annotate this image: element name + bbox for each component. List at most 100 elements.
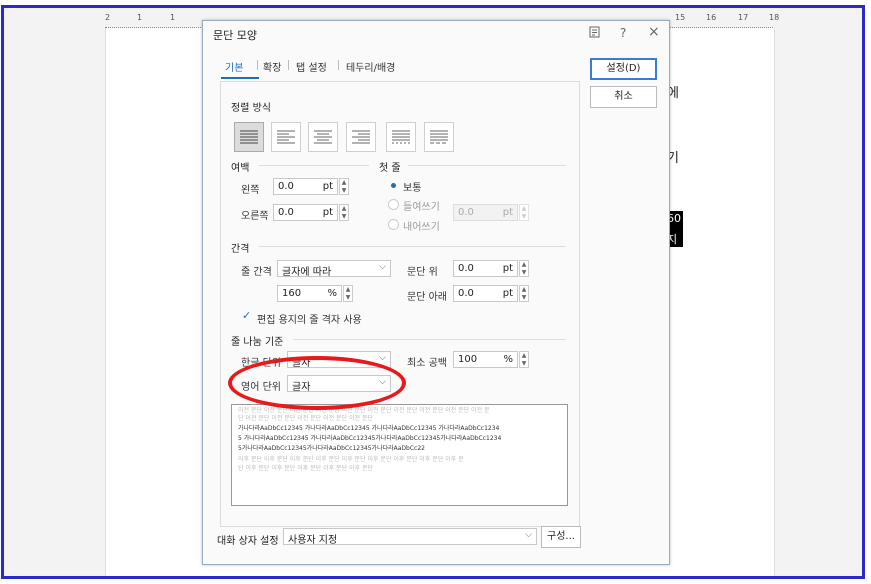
ruler-tick: 16 <box>706 13 717 22</box>
tab-divider <box>338 60 339 70</box>
align-left-icon <box>277 130 295 144</box>
chevron-down-icon: ⌵ <box>525 530 532 540</box>
unit-label: pt <box>502 207 513 218</box>
left-margin-label: 왼쪽 <box>241 185 260 196</box>
preview-sample-line: 5가나다라AaDbCc12345가나다라AaDbCc12345가나다라AaDbC… <box>238 445 425 452</box>
chevron-down-icon: ⌵ <box>379 353 386 363</box>
right-margin-input[interactable]: 0.0 pt <box>273 204 338 221</box>
space-below-value: 0.0 <box>458 288 474 299</box>
first-line-normal-label: 보통 <box>403 183 422 194</box>
paragraph-shape-dialog: 문단 모양 ? × 기본 확장 탭 설정 테두리/배경 설정(D) 취소 정렬 … <box>202 20 670 565</box>
align-divide-button[interactable] <box>424 122 454 152</box>
tab-border-background[interactable]: 테두리/배경 <box>346 59 395 74</box>
ruler-tick: 18 <box>769 13 780 22</box>
min-space-spinner[interactable]: ▲ ▼ <box>519 351 529 368</box>
first-line-spinner[interactable]: ▲ ▼ <box>519 204 529 221</box>
space-below-label: 문단 아래 <box>407 292 447 303</box>
active-tab-indicator <box>221 77 259 79</box>
min-space-input[interactable]: 100 % <box>453 351 518 368</box>
help-icon[interactable]: ? <box>620 26 626 40</box>
space-above-spinner[interactable]: ▲ ▼ <box>519 260 529 277</box>
unit-label: % <box>327 288 337 299</box>
ruler-tick: 1 <box>137 13 143 22</box>
dialog-settings-select[interactable]: 사용자 지정 ⌵ <box>283 528 537 546</box>
divider <box>259 246 566 247</box>
first-line-normal-radio[interactable] <box>388 180 399 191</box>
preview-previous-line: 이전 문단 이전 문단 이전 문단 이전 문단 이전 문단 이전 문단 이전 문… <box>238 407 490 414</box>
unit-label: pt <box>322 207 333 218</box>
preview-previous-line: 단 이전 문단 이전 문단 이전 문단 이전 문단 이전 문단 <box>238 415 373 422</box>
align-right-button[interactable] <box>346 122 376 152</box>
config-button[interactable]: 구성... <box>541 526 581 548</box>
right-margin-spinner[interactable]: ▲ ▼ <box>339 204 349 221</box>
first-line-input[interactable]: 0.0 pt <box>453 204 518 221</box>
preview-sample-line: 가나다라AaDbCc12345 가나다라AaDbCc12345 가나다라AaDb… <box>238 425 500 432</box>
first-line-value: 0.0 <box>458 207 474 218</box>
align-justify-icon <box>240 130 258 144</box>
line-spacing-value: 160 <box>282 288 302 299</box>
close-icon[interactable]: × <box>648 24 660 40</box>
right-margin-value: 0.0 <box>278 207 294 218</box>
line-spacing-type-value: 글자에 따라 <box>282 267 332 278</box>
preview-next-line: 단 이후 문단 이후 문단 이후 문단 이후 문단 이후 문단 <box>238 465 373 472</box>
tab-extended[interactable]: 확장 <box>263 59 281 74</box>
space-below-input[interactable]: 0.0 pt <box>453 285 518 302</box>
dialog-settings-value: 사용자 지정 <box>288 535 338 546</box>
left-margin-value: 0.0 <box>278 181 294 192</box>
dialog-title: 문단 모양 <box>213 29 257 42</box>
divider <box>259 165 369 166</box>
first-line-hanging-radio[interactable] <box>388 219 399 230</box>
alignment-heading: 정렬 방식 <box>231 103 271 114</box>
dialog-settings-label: 대화 상자 설정 <box>217 536 279 547</box>
line-spacing-value-input[interactable]: 160 % <box>277 285 342 302</box>
space-below-spinner[interactable]: ▲ ▼ <box>519 285 529 302</box>
line-spacing-spinner[interactable]: ▲ ▼ <box>343 285 353 302</box>
min-space-label: 최소 공백 <box>407 358 447 369</box>
tab-tab-settings[interactable]: 탭 설정 <box>296 59 327 74</box>
left-margin-input[interactable]: 0.0 pt <box>273 178 338 195</box>
margin-heading: 여백 <box>231 163 250 174</box>
divider <box>408 165 566 166</box>
grid-checkbox-label: 편집 용지의 줄 격자 사용 <box>257 315 362 326</box>
first-line-indent-label: 들여쓰기 <box>403 202 440 213</box>
space-above-label: 문단 위 <box>407 267 438 278</box>
document-icon[interactable] <box>589 26 600 41</box>
line-spacing-type-select[interactable]: 글자에 따라 ⌵ <box>277 260 391 278</box>
min-space-value: 100 <box>458 354 478 365</box>
preview-next-line: 이후 문단 이후 문단 이후 문단 이후 문단 이후 문단 이후 문단 이후 문… <box>238 456 464 463</box>
unit-label: pt <box>502 263 513 274</box>
line-spacing-label: 줄 간격 <box>241 267 272 278</box>
left-margin-spinner[interactable]: ▲ ▼ <box>339 178 349 195</box>
ok-button[interactable]: 설정(D) <box>590 58 657 80</box>
align-divide-icon <box>430 130 448 144</box>
ruler-tick: 17 <box>738 13 749 22</box>
space-above-value: 0.0 <box>458 263 474 274</box>
right-margin-label: 오른쪽 <box>241 211 269 222</box>
ruler-tick: 1 <box>170 13 176 22</box>
ruler-tick: 15 <box>675 13 686 22</box>
align-center-button[interactable] <box>308 122 338 152</box>
align-left-button[interactable] <box>271 122 301 152</box>
cancel-button[interactable]: 취소 <box>590 86 657 108</box>
chevron-down-icon: ⌵ <box>379 262 386 272</box>
tab-divider <box>288 60 289 70</box>
unit-label: pt <box>502 288 513 299</box>
spacing-heading: 간격 <box>231 244 250 255</box>
align-distribute-icon <box>392 130 410 144</box>
paragraph-preview: 이전 문단 이전 문단 이전 문단 이전 문단 이전 문단 이전 문단 이전 문… <box>231 404 568 506</box>
divider <box>293 339 566 340</box>
annotation-ellipse <box>228 356 406 410</box>
dialog-titlebar[interactable]: 문단 모양 ? × <box>203 21 669 47</box>
space-above-input[interactable]: 0.0 pt <box>453 260 518 277</box>
tab-basic[interactable]: 기본 <box>225 59 243 74</box>
tab-divider <box>257 60 258 70</box>
align-distribute-button[interactable] <box>386 122 416 152</box>
first-line-indent-radio[interactable] <box>388 199 399 210</box>
align-right-icon <box>352 130 370 144</box>
preview-sample-line: 5 가나다라AaDbCc12345 가나다라AaDbCc12345가나다라AaD… <box>238 435 502 442</box>
align-justify-button[interactable] <box>234 122 264 152</box>
grid-checkbox[interactable]: ✓ <box>242 309 251 322</box>
align-center-icon <box>314 130 332 144</box>
unit-label: % <box>503 354 513 365</box>
line-break-heading: 줄 나눔 기준 <box>231 337 284 348</box>
